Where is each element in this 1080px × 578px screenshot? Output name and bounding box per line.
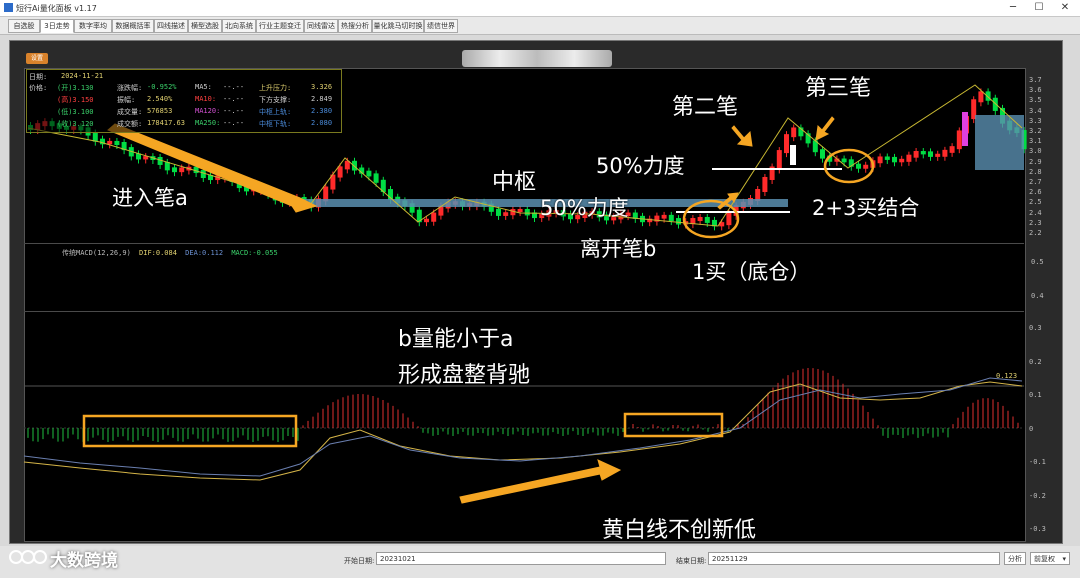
open-value: (开)3.130 [57, 84, 94, 92]
zs-dn-value: 2.080 [311, 119, 333, 127]
ma250-label: MA250: [195, 119, 221, 127]
annotation-third-stroke: 第三笔 [805, 76, 872, 101]
macd-tick: 0.2 [1029, 357, 1042, 366]
zs-dn-label: 中枢下轨: [259, 120, 292, 128]
vol-value: 576853 [147, 107, 173, 115]
start-date-input[interactable]: 20231021 [376, 552, 666, 565]
zs-up-label: 中枢上轨: [259, 108, 292, 116]
amp-label: 振幅: [117, 96, 136, 104]
end-date-input[interactable]: 20251129 [708, 552, 1000, 565]
chg-label: 涨跌幅: [117, 84, 143, 92]
price-tick: 3.6 [1029, 86, 1042, 95]
price-tick: 3.5 [1029, 96, 1042, 105]
candle [962, 112, 968, 146]
watermark-logo [9, 550, 47, 564]
price-tick: 2.3 [1029, 218, 1042, 227]
arrow-third [815, 116, 835, 141]
annotation-force50-upper: 50%力度 [596, 154, 685, 178]
macd-name: 传统MACD(12,26,9) [62, 249, 131, 257]
annotation-no-new-low: 黄白线不创新低 [602, 518, 757, 543]
macd-upper-tick: 0.4 [1031, 292, 1044, 300]
candle [790, 145, 796, 165]
price-tick: 3.4 [1029, 106, 1042, 115]
arrow-second [731, 125, 753, 147]
low-value: (低)3.100 [57, 108, 94, 116]
info-panel: 日期: 2024-11-21 价格: (开)3.130 (高)3.150 (低)… [26, 69, 342, 133]
adjust-select[interactable]: 前复权 ▾ [1030, 552, 1070, 565]
price-tick: 2.5 [1029, 198, 1042, 207]
ma120-value: --.-- [223, 107, 245, 115]
high-value: (高)3.150 [57, 96, 94, 104]
chevron-down-icon: ▾ [1062, 555, 1066, 563]
ma5-label: MA5: [195, 83, 212, 91]
dif-line [23, 377, 1023, 477]
ma10-value: --.-- [223, 95, 245, 103]
price-tick: 2.2 [1029, 229, 1042, 237]
amt-label: 成交额: [117, 120, 143, 128]
annotation-zhongshu: 中枢 [492, 170, 537, 195]
amp-value: 2.540% [147, 95, 173, 103]
macd-box-b [623, 412, 724, 438]
annotation-leave-b: 离开笔b [580, 237, 657, 261]
annotation-force50-lower: 50%力度 [540, 196, 629, 220]
macd-tick: -0.3 [1029, 525, 1046, 533]
price-tick: 2.4 [1029, 208, 1042, 217]
end-date-label: 结束日期: [676, 557, 707, 565]
macd-value-label: 0.123 [996, 372, 1018, 380]
macd-tick: 0.1 [1029, 391, 1042, 399]
bottom-toolbar: 开始日期: 20231021 结束日期: 20251129 分析 前复权 ▾ [0, 546, 1080, 578]
up-pressure-label: 上升压力: [259, 84, 292, 92]
macd-dea: DEA:0.112 [185, 249, 224, 257]
price-tick: 3.1 [1029, 137, 1042, 146]
macd-value: MACD:-0.055 [231, 249, 278, 257]
price-tick: 3.0 [1029, 147, 1042, 156]
macd-tick: -0.2 [1029, 491, 1046, 500]
date-value: 2024-11-21 [61, 72, 104, 80]
down-support-label: 下方支撑: [259, 96, 292, 104]
ma120-label: MA120: [195, 107, 221, 115]
price-tick: 2.8 [1029, 167, 1042, 176]
annotation-b-less-a: b量能小于a [398, 327, 514, 352]
macd-tick: 0.3 [1029, 324, 1042, 332]
start-date-label: 开始日期: [344, 557, 375, 565]
annotation-second-stroke: 第二笔 [672, 95, 739, 120]
macd-box-a [82, 414, 298, 448]
zs-up-value: 2.380 [311, 107, 333, 115]
macd-legend: 传统MACD(12,26,9) DIF:0.084 DEA:0.112 MACD… [62, 248, 278, 258]
price-tick: 2.7 [1029, 178, 1042, 186]
ma250-value: --.-- [223, 119, 245, 127]
macd-dif: DIF:0.084 [139, 249, 177, 257]
analyze-button[interactable]: 分析 [1004, 552, 1026, 565]
price-tick: 3.3 [1029, 116, 1042, 125]
annotation-divergence: 形成盘整背驰 [398, 363, 531, 388]
amt-value: 178417.63 [147, 119, 185, 127]
price-label: 价格: [29, 84, 48, 92]
annotation-enter-a: 进入笔a [112, 186, 188, 210]
price-tick: 3.2 [1029, 127, 1042, 135]
up-pressure-value: 3.326 [311, 83, 333, 91]
annotation-buy1: 1买（底仓） [692, 260, 811, 284]
adjust-select-value: 前复权 [1034, 555, 1055, 563]
close-value: (收)3.120 [57, 120, 94, 128]
arrow-no-new-low [459, 459, 622, 504]
price-tick: 3.7 [1029, 76, 1042, 84]
chg-value: -0.952% [147, 83, 177, 91]
ma5-value: --.-- [223, 83, 245, 91]
annotation-buy23: 2+3买结合 [812, 196, 920, 220]
vol-label: 成交量: [117, 108, 143, 116]
macd-upper-tick: 0.5 [1031, 258, 1044, 266]
macd-tick: 0 [1029, 424, 1034, 433]
macd-tick: -0.1 [1029, 458, 1046, 466]
price-tick: 2.6 [1029, 188, 1042, 197]
price-tick: 2.9 [1029, 157, 1042, 166]
date-label: 日期: [29, 73, 48, 81]
ma10-label: MA10: [195, 95, 217, 103]
down-support-value: 2.849 [311, 95, 333, 103]
watermark-text: 大数跨境 [50, 551, 118, 571]
